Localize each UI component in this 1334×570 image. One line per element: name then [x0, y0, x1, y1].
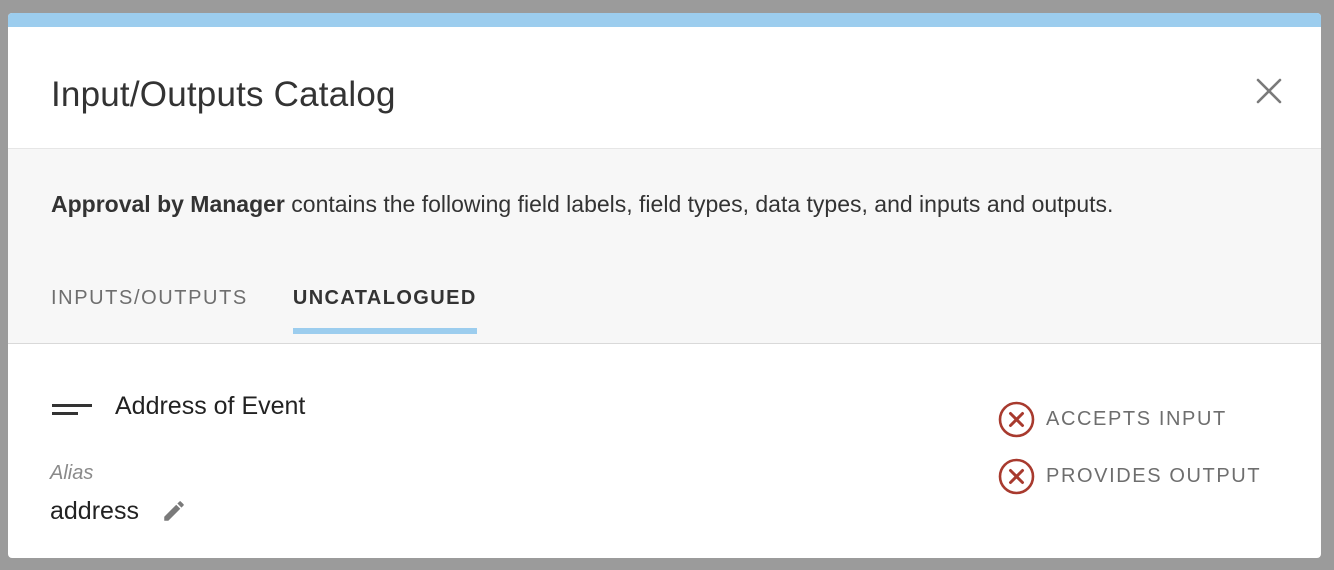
field-list: Address of Event Alias address ACCEPTS I… — [8, 344, 1321, 558]
accepts-input-label: ACCEPTS INPUT — [1046, 408, 1227, 430]
description-text: contains the following field labels, fie… — [284, 191, 1114, 217]
close-button[interactable] — [1255, 77, 1283, 105]
x-circle-icon — [998, 458, 1035, 495]
accepts-input-status: ACCEPTS INPUT — [998, 401, 1227, 438]
io-catalog-modal: Input/Outputs Catalog Approval by Manage… — [8, 13, 1321, 558]
tab-inputs-outputs[interactable]: INPUTS/OUTPUTS — [51, 287, 248, 332]
catalog-description: Approval by Manager contains the followi… — [51, 191, 1113, 218]
tab-uncatalogued[interactable]: UNCATALOGUED — [292, 287, 477, 334]
modal-header: Input/Outputs Catalog — [8, 27, 1321, 149]
modal-subheader: Approval by Manager contains the followi… — [8, 149, 1321, 344]
modal-accent-bar — [8, 13, 1321, 27]
provides-output-status: PROVIDES OUTPUT — [998, 458, 1261, 495]
alias-label: Alias — [50, 462, 94, 484]
x-circle-icon — [998, 401, 1035, 438]
pencil-icon[interactable] — [161, 498, 187, 524]
alias-value: address — [50, 497, 139, 525]
process-name: Approval by Manager — [51, 191, 285, 217]
field-name: Address of Event — [115, 392, 306, 420]
modal-title: Input/Outputs Catalog — [51, 75, 396, 114]
short-text-icon — [52, 404, 92, 415]
close-icon — [1256, 78, 1282, 104]
catalog-tabs: INPUTS/OUTPUTS UNCATALOGUED — [51, 287, 522, 334]
provides-output-label: PROVIDES OUTPUT — [1046, 465, 1262, 487]
